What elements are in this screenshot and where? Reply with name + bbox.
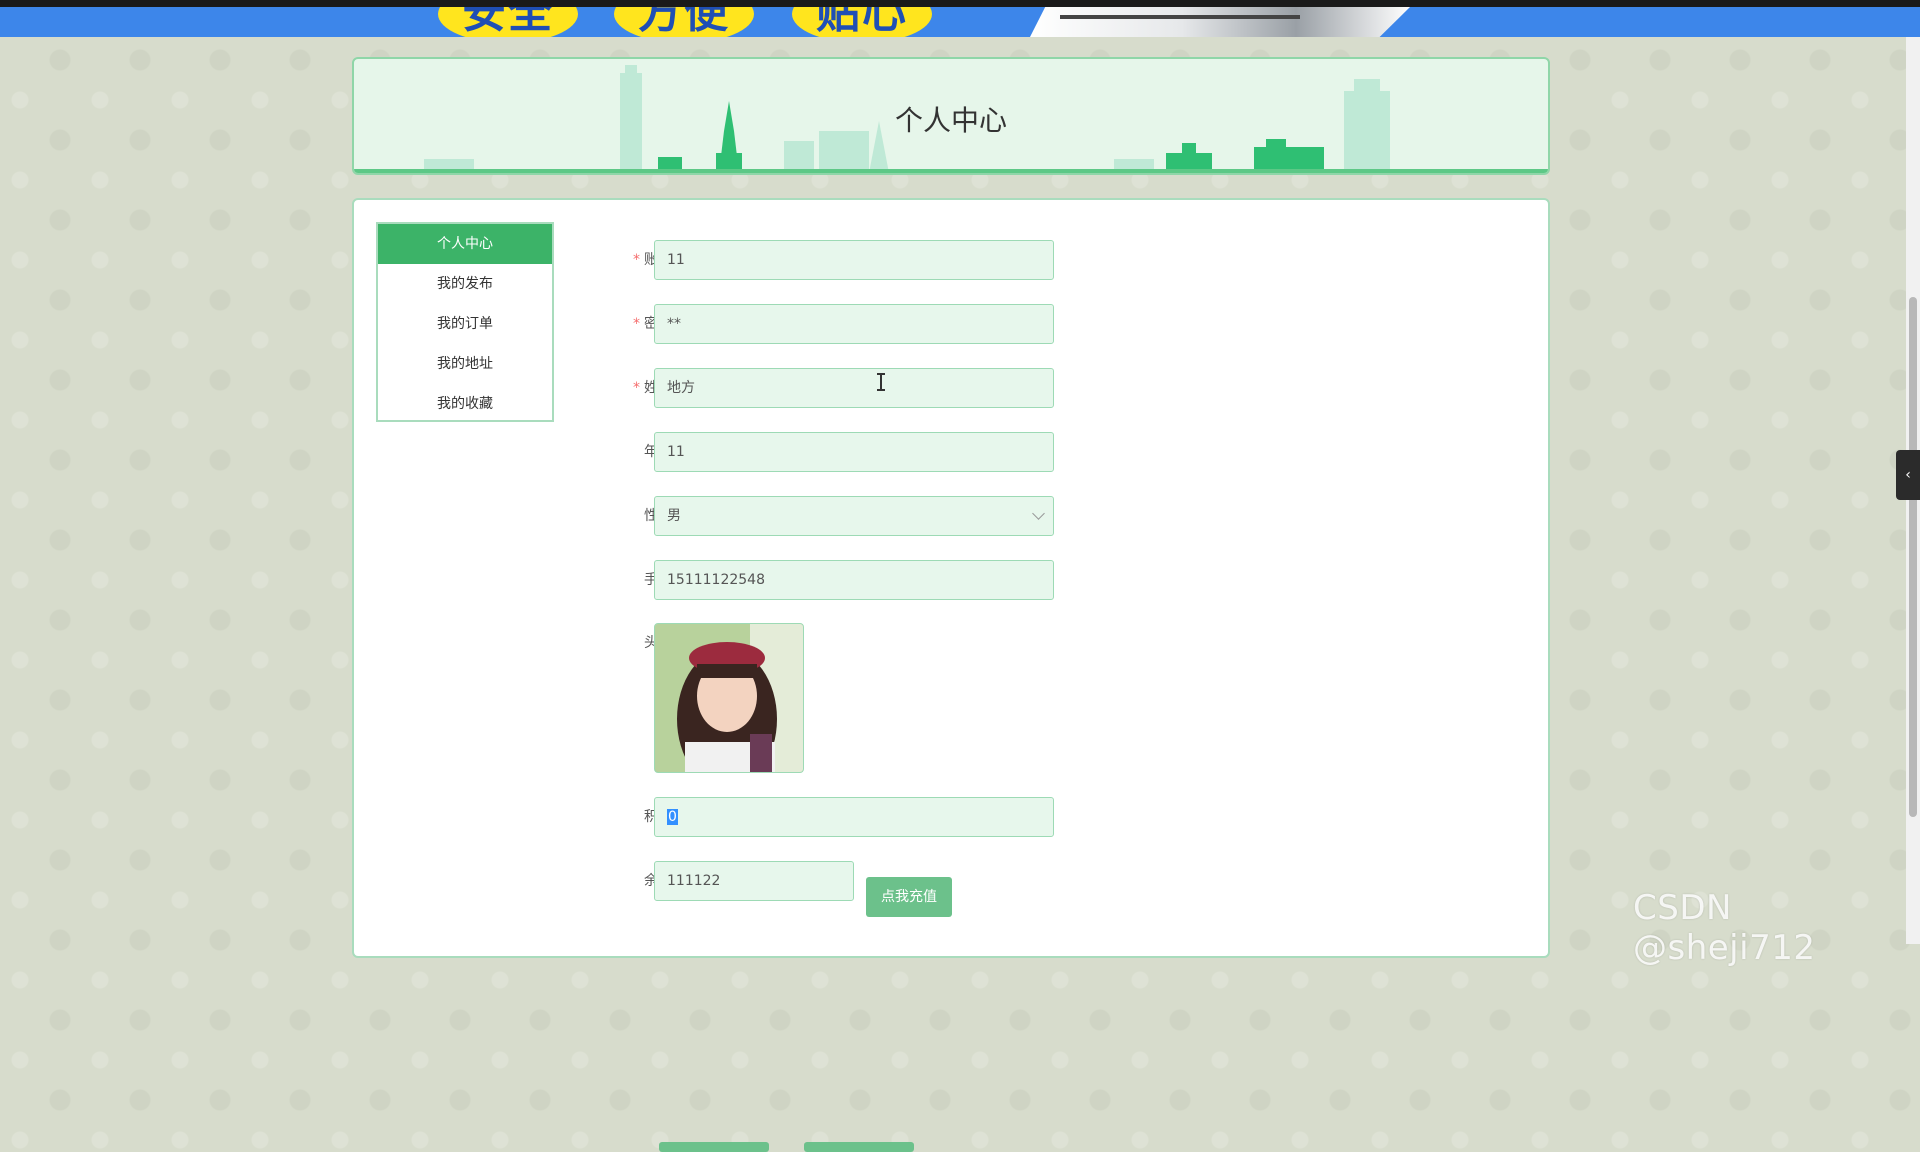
top-strip — [0, 0, 1920, 7]
form-row-name: *姓名 地方 — [354, 368, 1548, 408]
form-row-account: *账号 11 — [354, 240, 1548, 280]
form-row-age: 年龄 11 — [354, 432, 1548, 472]
points-input[interactable]: 0 — [654, 797, 1054, 837]
banner-badge-safe: 安全 — [438, 7, 578, 37]
avatar-image[interactable] — [654, 623, 804, 773]
banner-badge-caring: 贴心 — [792, 7, 932, 37]
phone-input[interactable]: 15111122548 — [654, 560, 1054, 600]
points-value: 0 — [667, 809, 678, 825]
password-input[interactable]: ** — [654, 304, 1054, 344]
text-cursor-icon — [877, 373, 885, 391]
page-header: 个人中心 — [352, 57, 1550, 175]
banner-badge-convenient: 方便 — [614, 7, 754, 37]
form-row-avatar: 头像 — [354, 623, 1548, 663]
page-title: 个人中心 — [894, 104, 1007, 137]
top-banner: 安全 方便 贴心 — [0, 7, 1920, 37]
bottom-button-1[interactable] — [659, 1142, 769, 1152]
watermark-text: CSDN @sheji712 — [1633, 888, 1816, 968]
chevron-down-icon — [1032, 507, 1045, 520]
chevron-left-icon: ‹ — [1905, 467, 1911, 483]
bottom-button-2[interactable] — [804, 1142, 914, 1152]
gender-selected-value: 男 — [667, 508, 681, 524]
banner-graphic-detail — [1060, 15, 1300, 19]
recharge-button[interactable]: 点我充值 — [866, 877, 952, 917]
form-row-points: 积分 0 — [354, 797, 1548, 837]
name-input[interactable]: 地方 — [654, 368, 1054, 408]
account-input[interactable]: 11 — [654, 240, 1054, 280]
form-row-phone: 手机 15111122548 — [354, 560, 1548, 600]
avatar-portrait — [655, 624, 803, 772]
form-row-password: *密码 ** — [354, 304, 1548, 344]
balance-input[interactable]: 111122 — [654, 861, 854, 901]
side-panel-toggle[interactable]: ‹ — [1896, 450, 1920, 500]
scrollbar-thumb[interactable] — [1909, 297, 1917, 817]
banner-graphic — [1030, 7, 1410, 37]
gender-select[interactable]: 男 — [654, 496, 1054, 536]
form-row-gender: 性别 男 — [354, 496, 1548, 536]
age-input[interactable]: 11 — [654, 432, 1054, 472]
main-content: 个人中心 我的发布 我的订单 我的地址 我的收藏 *账号 11 *密码 ** *… — [352, 198, 1550, 1152]
